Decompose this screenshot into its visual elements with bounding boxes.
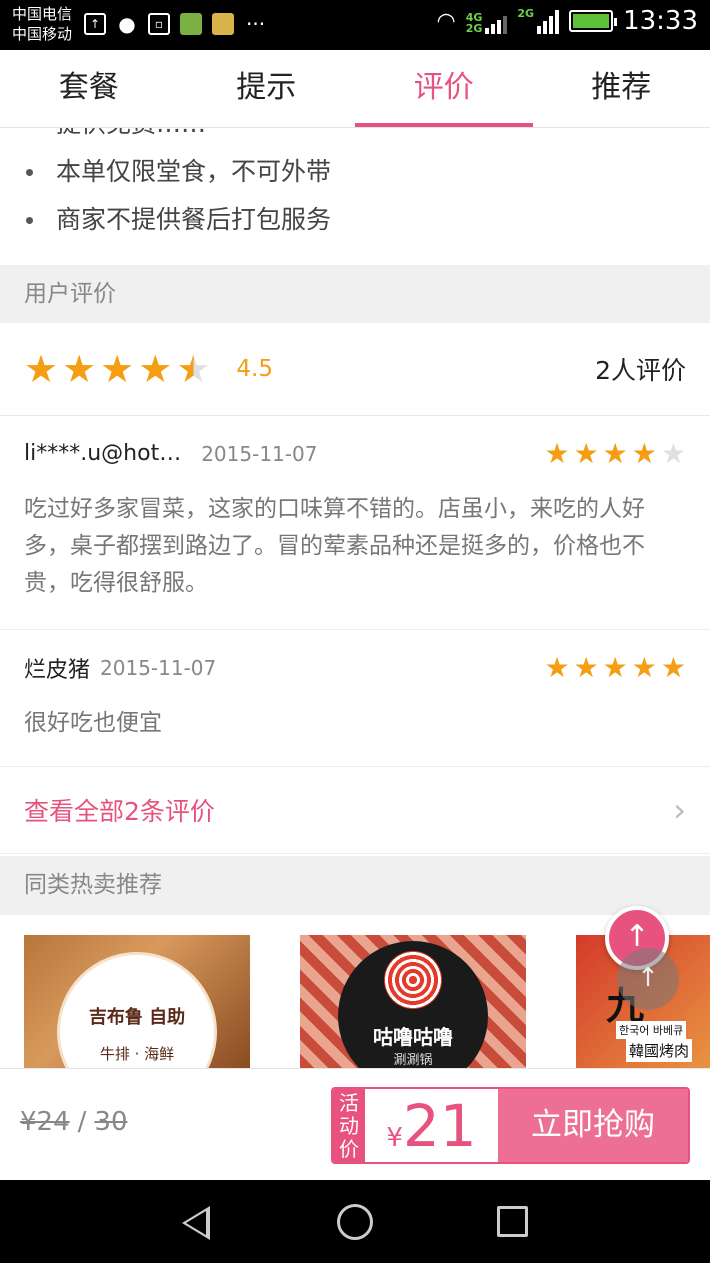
carrier-2: 中国移动: [12, 25, 73, 43]
review-item: li****.u@hot… 2015-11-07 ★ ★ ★ ★ ★ 吃过好多家…: [0, 416, 710, 630]
price-separator: /: [77, 1107, 87, 1137]
review-stars: ★ ★ ★ ★ ★: [544, 650, 686, 684]
empty-star-icon: ★: [660, 436, 686, 470]
star-icon: ★: [544, 436, 570, 470]
recommendation-card[interactable]: 咕噜咕噜 涮涮锅: [300, 935, 526, 1068]
star-icon: ★: [24, 347, 59, 391]
star-icon: ★: [138, 347, 173, 391]
floating-assist-button[interactable]: ↑: [617, 948, 679, 1010]
star-icon: ★: [660, 650, 686, 684]
status-right: ◠ 4G 2G 2G 13:33: [436, 6, 698, 36]
tab-recommend[interactable]: 推荐: [533, 50, 710, 127]
net-type-2: 2G: [465, 22, 483, 35]
average-score: 4.5: [236, 356, 273, 382]
wechat-icon: ●: [118, 12, 136, 36]
promo-price: ¥ 21: [365, 1089, 498, 1162]
discount-price: ¥24: [20, 1107, 70, 1137]
currency-symbol: ¥: [386, 1123, 403, 1153]
reference-price: ¥24/30: [20, 1107, 128, 1137]
signal-bars-2-icon: [537, 8, 560, 34]
restaurant-subtitle: 韓國烤肉: [626, 1039, 693, 1062]
star-icon: ★: [602, 650, 628, 684]
review-user: 烂皮猪: [24, 657, 91, 683]
signal-bars-1-icon: [485, 8, 508, 34]
promo-price-value: 21: [402, 1092, 477, 1160]
average-stars: ★ ★ ★ ★ ★: [24, 350, 210, 388]
signal-1: 4G 2G: [466, 8, 508, 34]
signal-2: 2G: [517, 7, 560, 34]
purchase-bar: ¥24/30 活动价 ¥ 21 立即抢购: [0, 1068, 710, 1180]
restaurant-subtitle: 牛排 · 海鲜: [99, 1045, 175, 1063]
original-price: 30: [94, 1107, 128, 1137]
promo-box: 活动价 ¥ 21 立即抢购: [331, 1087, 690, 1164]
recommendation-card[interactable]: 吉布鲁 自助 牛排 · 海鲜: [24, 935, 250, 1068]
battery-icon: [569, 10, 618, 32]
star-icon: ★: [631, 650, 657, 684]
clock: 13:33: [623, 6, 698, 36]
wifi-icon: ◠: [436, 8, 456, 34]
view-all-reviews-link[interactable]: 查看全部2条评价 ›: [0, 767, 710, 854]
spiral-logo-icon: [384, 951, 442, 1009]
weather-icon: [212, 13, 234, 35]
restaurant-subtitle: 涮涮锅: [393, 1053, 433, 1068]
back-icon[interactable]: [182, 1206, 210, 1240]
review-count: 2人评价: [595, 356, 686, 385]
promo-tag: 活动价: [333, 1089, 365, 1162]
review-user: li****.u@hot…: [24, 441, 182, 466]
notification-icons: ↑ ● ▫ ···: [84, 12, 265, 36]
star-icon: ★: [62, 347, 97, 391]
tab-reviews[interactable]: 评价: [355, 50, 533, 127]
more-notifications-icon: ···: [246, 12, 266, 36]
image-icon: ▫: [148, 13, 170, 35]
review-text: 很好吃也便宜: [24, 710, 162, 736]
recommendations-carousel: 吉布鲁 自助 牛排 · 海鲜 咕噜咕噜 涮涮锅 九 한국어 바베큐 韓國烤肉: [0, 915, 710, 1068]
star-icon: ★: [544, 650, 570, 684]
user-reviews-header: 用户评价: [0, 265, 710, 323]
tip-item: 提供免费……: [0, 128, 710, 148]
review-header: 烂皮猪 2015-11-07 ★ ★ ★ ★ ★: [24, 630, 686, 705]
review-stars: ★ ★ ★ ★ ★: [544, 436, 686, 470]
app-notification-icon: [180, 13, 202, 35]
tips-list: 提供免费…… 本单仅限堂食，不可外带 商家不提供餐后打包服务: [0, 128, 710, 265]
tip-item: 商家不提供餐后打包服务: [0, 196, 710, 244]
star-icon: ★: [631, 436, 657, 470]
restaurant-name: 咕噜咕噜: [373, 1025, 453, 1049]
star-icon: ★: [602, 436, 628, 470]
carrier-labels: 中国电信 中国移动: [12, 4, 72, 44]
tip-item: 本单仅限堂食，不可外带: [0, 148, 710, 196]
restaurant-logo: 吉布鲁 自助 牛排 · 海鲜: [57, 952, 217, 1068]
restaurant-name: 吉布鲁 自助: [88, 1007, 186, 1028]
tab-tips[interactable]: 提示: [178, 50, 356, 127]
review-item: 烂皮猪 2015-11-07 ★ ★ ★ ★ ★ 很好吃也便宜: [0, 630, 710, 767]
buy-now-button[interactable]: 立即抢购: [498, 1089, 688, 1162]
tab-package[interactable]: 套餐: [0, 50, 178, 127]
download-icon: ↑: [84, 13, 106, 35]
recommendations-header: 同类热卖推荐: [0, 856, 710, 915]
half-star-icon: ★: [176, 347, 211, 391]
system-nav-bar: [0, 1180, 710, 1263]
net-type-3: 2G: [517, 7, 535, 20]
star-icon: ★: [573, 436, 599, 470]
review-date: 2015-11-07: [201, 441, 318, 466]
status-bar: 中国电信 中国移动 ↑ ● ▫ ··· ◠ 4G 2G 2G 13:33: [0, 0, 710, 50]
restaurant-logo: 咕噜咕噜 涮涮锅: [338, 941, 488, 1068]
carrier-1: 中国电信: [12, 5, 73, 23]
star-icon: ★: [100, 347, 135, 391]
recent-apps-icon[interactable]: [497, 1206, 528, 1237]
review-text: 吃过好多家冒菜，这家的口味算不错的。店虽小，来吃的人好多，桌子都摆到路边了。冒的…: [24, 496, 645, 596]
star-icon: ★: [573, 650, 599, 684]
home-icon[interactable]: [337, 1204, 373, 1240]
restaurant-subtitle-korean: 한국어 바베큐: [616, 1021, 687, 1039]
chevron-right-icon: ›: [673, 791, 686, 829]
view-all-label: 查看全部2条评价: [24, 797, 215, 826]
tab-bar: 套餐 提示 评价 推荐: [0, 50, 710, 128]
rating-summary: ★ ★ ★ ★ ★ 4.5 2人评价: [0, 323, 710, 416]
review-header: li****.u@hot… 2015-11-07 ★ ★ ★ ★ ★: [24, 416, 686, 491]
review-date: 2015-11-07: [100, 655, 217, 680]
